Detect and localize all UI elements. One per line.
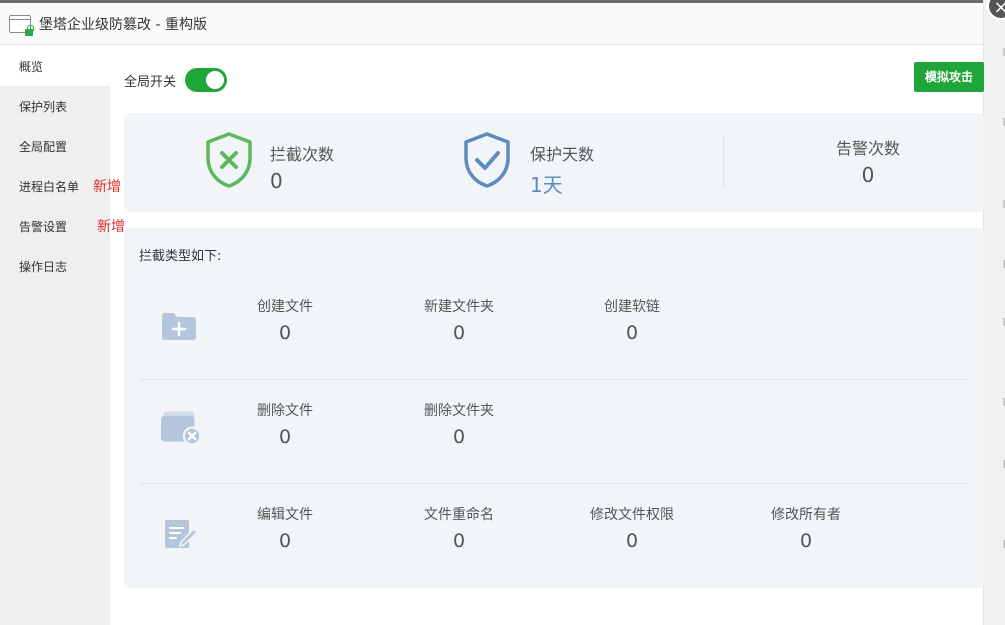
global-switch-toggle[interactable] (185, 68, 228, 92)
delete-file-stat: 删除文件 0 (235, 400, 335, 448)
change-permission-value: 0 (625, 530, 639, 552)
shield-x-icon (206, 132, 252, 188)
create-file-stat: 创建文件 0 (235, 296, 335, 344)
protected-days-stat: 保护天数 1天 (462, 131, 594, 198)
blocked-count-value: 0 (270, 169, 283, 193)
sidebar-item-label: 进程白名单 (19, 180, 80, 194)
shield-check-icon (464, 132, 510, 188)
block-types-title: 拦截类型如下: (139, 249, 222, 264)
sidebar-item-label: 保护列表 (19, 100, 68, 114)
window-title: 堡塔企业级防篡改 - 重构版 (39, 16, 207, 33)
title-bar: 堡塔企业级防篡改 - 重构版 (0, 3, 983, 45)
sidebar-item-label: 概览 (19, 60, 44, 74)
sidebar-item-protect-list[interactable]: 保护列表 (0, 86, 110, 126)
edit-file-stat: 编辑文件 0 (235, 504, 335, 552)
delete-file-label: 删除文件 (257, 403, 313, 419)
edit-file-label: 编辑文件 (257, 507, 313, 523)
change-owner-value: 0 (799, 530, 813, 552)
dialog-window: 堡塔企业级防篡改 - 重构版 概览 保护列表 全局配置 进程白名单 新增 告警设… (0, 0, 984, 625)
alert-count-label: 告警次数 (835, 139, 900, 158)
create-folder-label: 新建文件夹 (424, 299, 494, 315)
sidebar-item-label: 告警设置 (19, 220, 68, 234)
sidebar-item-label: 全局配置 (19, 140, 68, 154)
app-window-lock-icon (9, 14, 34, 36)
folder-delete-icon (161, 411, 201, 444)
sidebar-nav: 概览 保护列表 全局配置 进程白名单 新增 告警设置 新增 操作日志 (0, 46, 125, 625)
background-page-edge (983, 0, 1005, 625)
change-permission-label: 修改文件权限 (590, 507, 674, 523)
rename-file-stat: 文件重命名 0 (409, 504, 509, 552)
sidebar-item-global-config[interactable]: 全局配置 (0, 126, 110, 166)
create-symlink-stat: 创建软链 0 (582, 296, 682, 344)
delete-file-value: 0 (278, 426, 292, 448)
delete-folder-label: 删除文件夹 (424, 403, 494, 419)
sidebar-item-overview[interactable]: 概览 (0, 46, 110, 86)
block-types-card: 拦截类型如下: 创建文件 0 新建文件夹 0 创建软链 0 删除文件 0 删除文… (124, 228, 984, 588)
create-folder-stat: 新建文件夹 0 (409, 296, 509, 344)
folder-add-icon (162, 313, 196, 340)
simulate-attack-button[interactable]: 模拟攻击 (914, 62, 984, 92)
rename-file-label: 文件重命名 (424, 507, 494, 523)
create-folder-value: 0 (452, 322, 466, 344)
sidebar-item-label: 操作日志 (19, 260, 68, 274)
protected-days-value: 1天 (530, 173, 563, 197)
alert-count-stat: 告警次数 0 (804, 135, 932, 187)
change-permission-stat: 修改文件权限 0 (582, 504, 682, 552)
blocked-count-stat: 拦截次数 0 (204, 131, 334, 193)
type-row-delete: 删除文件 0 删除文件夹 0 (139, 380, 967, 484)
delete-folder-value: 0 (452, 426, 466, 448)
stats-card: 拦截次数 0 保护天数 1天 告警次数 0 (124, 113, 984, 212)
sidebar-item-process-whitelist[interactable]: 进程白名单 新增 (0, 166, 121, 206)
global-switch-row: 全局开关 (124, 68, 228, 92)
global-switch-label: 全局开关 (124, 74, 177, 90)
change-owner-label: 修改所有者 (771, 507, 841, 523)
alert-count-value: 0 (861, 163, 875, 187)
edit-file-icon (165, 520, 199, 548)
create-file-label: 创建文件 (257, 299, 313, 315)
protected-days-label: 保护天数 (530, 145, 595, 164)
create-symlink-value: 0 (625, 322, 639, 344)
blocked-count-label: 拦截次数 (270, 145, 335, 164)
sidebar-item-alert-settings[interactable]: 告警设置 新增 (0, 206, 125, 246)
change-owner-stat: 修改所有者 0 (756, 504, 856, 552)
type-row-create: 创建文件 0 新建文件夹 0 创建软链 0 (139, 276, 967, 380)
stats-divider (723, 137, 724, 189)
edit-file-value: 0 (278, 530, 292, 552)
create-file-value: 0 (278, 322, 292, 344)
main-content: 全局开关 模拟攻击 拦截次数 0 保护天数 1天 告警次数 0 拦截类型如下: … (110, 46, 984, 625)
type-row-modify: 编辑文件 0 文件重命名 0 修改文件权限 0 修改所有者 0 (139, 484, 967, 588)
sidebar-item-operation-log[interactable]: 操作日志 (0, 246, 110, 286)
create-symlink-label: 创建软链 (604, 299, 660, 315)
rename-file-value: 0 (452, 530, 466, 552)
delete-folder-stat: 删除文件夹 0 (409, 400, 509, 448)
